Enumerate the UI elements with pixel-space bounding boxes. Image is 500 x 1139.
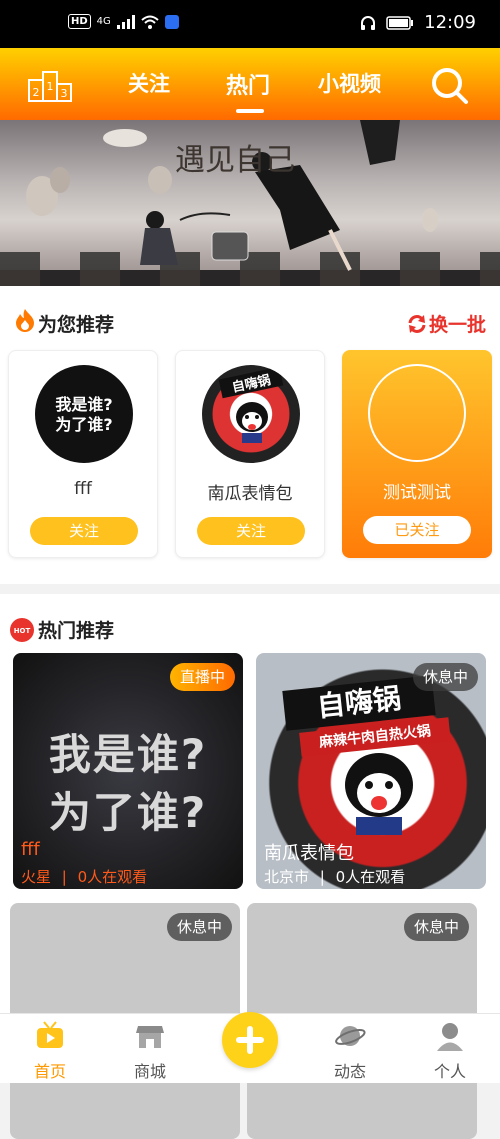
ranking-icon[interactable]: 2 1 3	[28, 68, 72, 102]
dog-mascot-icon	[345, 753, 413, 835]
planet-icon	[335, 1026, 366, 1046]
recommend-name: 南瓜表情包	[207, 484, 293, 504]
hot-title: 热门推荐	[38, 620, 115, 642]
tab-short-video[interactable]: 小视频	[318, 68, 381, 98]
store-icon	[136, 1026, 164, 1048]
wifi-icon	[141, 15, 159, 29]
recommend-name: 测试测试	[383, 483, 451, 503]
avatar-art-text: 自嗨锅	[218, 366, 284, 399]
tab-label: 商城	[133, 1062, 166, 1081]
tv-icon	[37, 1021, 63, 1048]
status-badge: 直播中	[169, 663, 235, 691]
tab-label: 动态	[333, 1062, 366, 1081]
banner-image: 遇见自己	[0, 120, 500, 286]
live-card[interactable]: 自嗨锅 麻辣牛肉自热火锅 休息中 南瓜表情包 北京市 | 0人在观看	[256, 653, 486, 889]
status-bar: HD 4G 12:09	[0, 0, 500, 48]
search-icon[interactable]	[430, 66, 470, 106]
tab-hot[interactable]: 热门	[226, 68, 270, 100]
banner-carousel[interactable]: 遇见自己	[0, 120, 500, 286]
live-viewers: 0人在观看	[77, 868, 148, 886]
refresh-button[interactable]: 换一批	[407, 310, 486, 337]
live-card[interactable]: 我是谁? 为了谁? 直播中 fff 火星 | 0人在观看	[13, 653, 243, 889]
recommend-name: fff	[74, 479, 92, 499]
hot-icon: HOT	[10, 618, 34, 642]
live-art-line: 为了谁?	[48, 788, 208, 837]
tab-label: 个人	[433, 1062, 466, 1081]
rank-digit: 1	[47, 80, 54, 93]
tab-profile[interactable]: 个人	[410, 1014, 490, 1084]
live-location: 火星	[21, 868, 52, 886]
status-badge: 休息中	[403, 913, 469, 941]
recommend-card[interactable]: 我是谁?为了谁? fff 关注	[8, 350, 158, 558]
add-button[interactable]	[222, 1012, 278, 1068]
battery-icon	[386, 15, 414, 30]
headset-icon	[361, 15, 376, 30]
hd-icon: HD	[68, 14, 91, 29]
fire-icon	[16, 309, 34, 332]
tab-home[interactable]: 首页	[10, 1014, 90, 1084]
user-icon	[437, 1023, 463, 1051]
live-meta: 火星 | 0人在观看	[21, 868, 148, 886]
tab-follow[interactable]: 关注	[128, 68, 170, 98]
banner-title-art: 遇见自己	[175, 143, 295, 178]
avatar[interactable]: 我是谁?为了谁?	[35, 365, 133, 463]
network-type: 4G	[96, 16, 111, 27]
refresh-label: 换一批	[428, 314, 486, 336]
recommend-card[interactable]: 自嗨锅 南瓜表情包 关注	[175, 350, 325, 558]
follow-button[interactable]: 关注	[30, 517, 138, 545]
live-art-line: 我是谁?	[48, 730, 208, 779]
signal-icon	[116, 14, 135, 29]
rank-digit: 2	[33, 86, 40, 99]
active-tab-indicator	[236, 109, 264, 113]
tab-label: 首页	[33, 1062, 66, 1081]
shield-icon	[164, 14, 179, 29]
follow-button[interactable]: 关注	[197, 517, 305, 545]
avatar[interactable]: 自嗨锅	[202, 365, 300, 463]
live-name: 南瓜表情包	[264, 843, 354, 864]
recommend-title: 为您推荐	[38, 314, 115, 336]
rank-digit: 3	[61, 87, 68, 100]
tab-shop[interactable]: 商城	[110, 1014, 190, 1084]
followed-button[interactable]: 已关注	[363, 516, 471, 544]
status-badge: 休息中	[412, 663, 478, 691]
status-badge: 休息中	[166, 913, 232, 941]
avatar[interactable]	[368, 364, 466, 462]
live-meta: 北京市 | 0人在观看	[264, 868, 406, 886]
banner-figure-girl	[140, 211, 178, 265]
dog-mascot-icon	[236, 402, 268, 443]
clock: 12:09	[424, 12, 476, 33]
recommend-card[interactable]: 测试测试 已关注	[342, 350, 492, 558]
live-viewers: 0人在观看	[335, 868, 406, 886]
top-nav: 2 1 3 关注 热门 小视频	[0, 48, 500, 120]
refresh-icon	[408, 314, 426, 333]
live-name: fff	[21, 839, 40, 860]
tab-moments[interactable]: 动态	[310, 1014, 390, 1084]
live-location: 北京市	[264, 868, 310, 886]
avatar-art-text: 我是谁?为了谁?	[55, 395, 113, 434]
